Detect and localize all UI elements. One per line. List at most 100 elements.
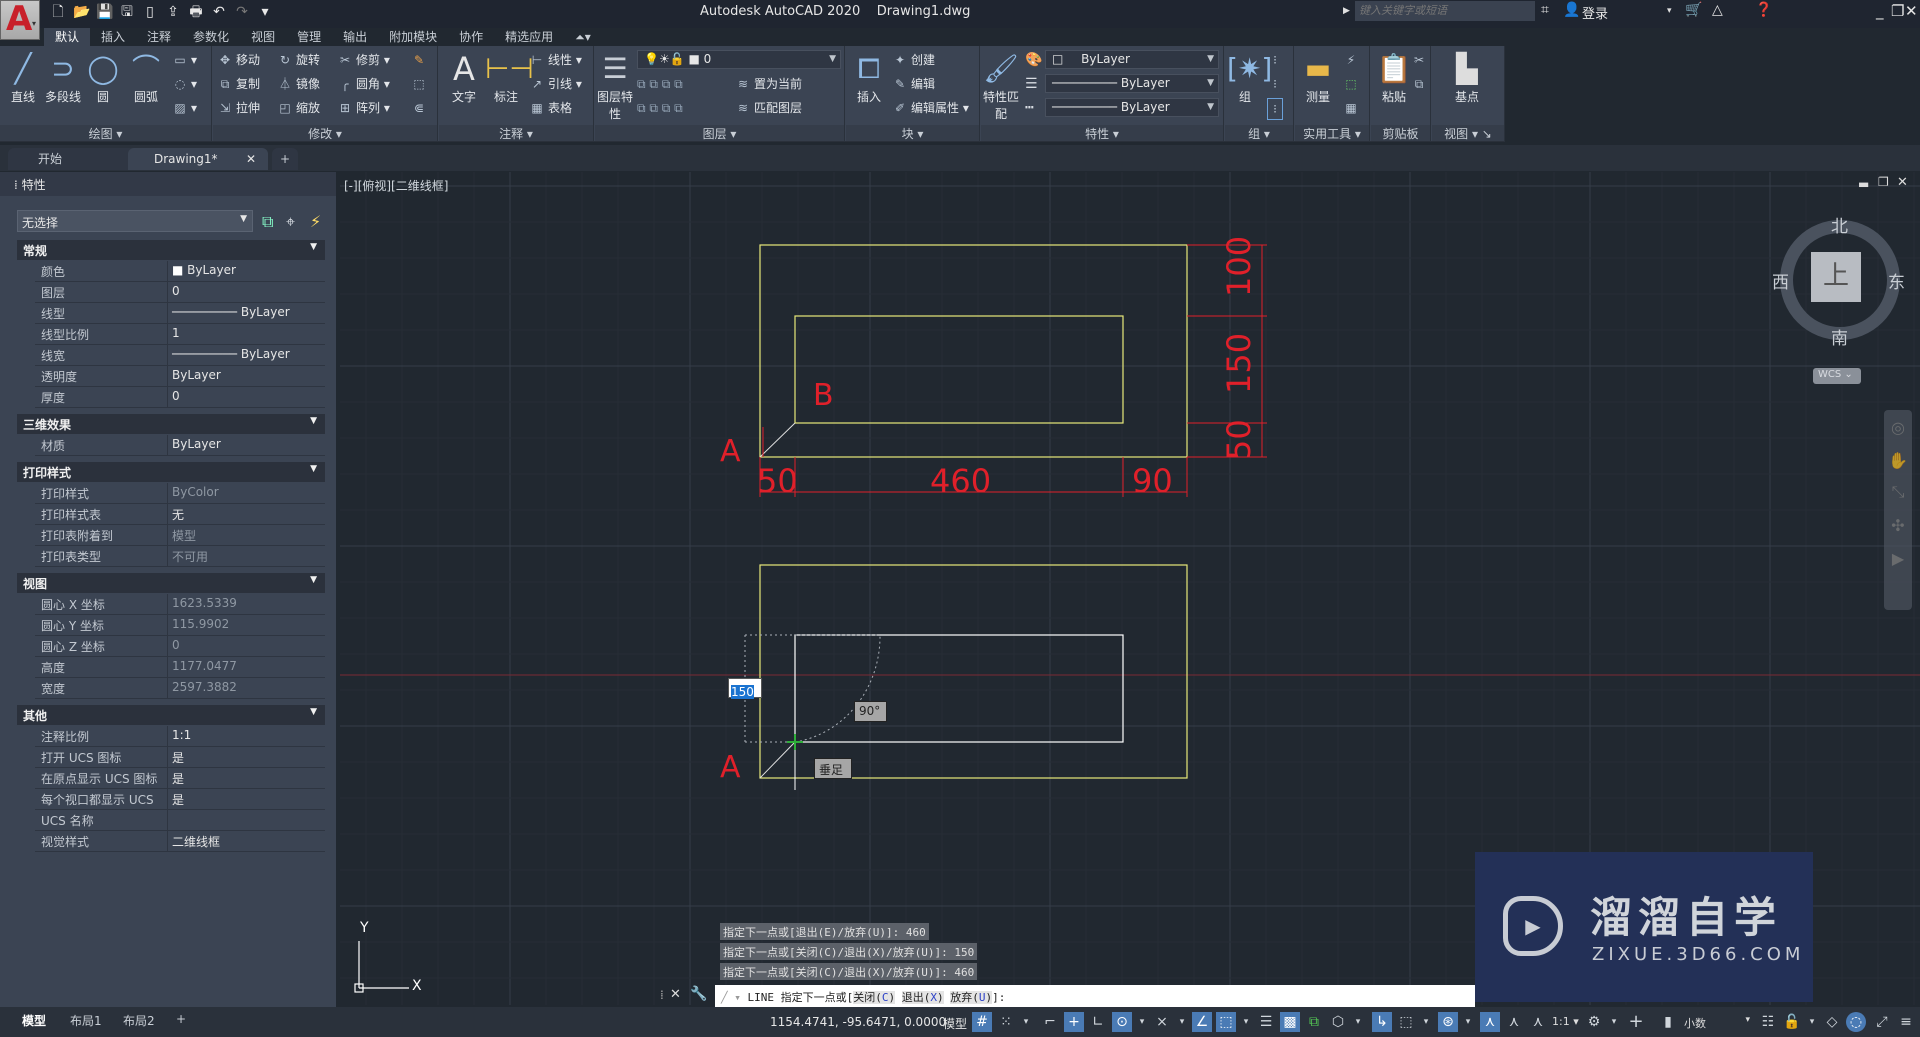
ribbon-tab-view[interactable]: 视图 [240, 28, 286, 46]
toggle-pickadd-icon[interactable]: ⧉ [262, 212, 273, 232]
array-button[interactable]: ⊞ 阵列 ▾ [337, 98, 390, 118]
workspace-gear-icon[interactable]: ⚙ [1584, 1012, 1604, 1032]
cut-button[interactable]: ✂ [1411, 50, 1430, 70]
ellipse-button[interactable]: ◌ ▾ [172, 74, 197, 94]
save-web-icon[interactable]: ⇪ [165, 3, 181, 21]
property-section-header[interactable]: 其他 ▼ [17, 705, 325, 725]
steering-wheel-icon[interactable]: ◎ [1884, 418, 1912, 437]
zoom-extents-icon[interactable]: ⤡ [1884, 482, 1912, 502]
utilities-panel-title[interactable]: 实用工具 ▾ [1295, 125, 1369, 141]
save-as-icon[interactable]: 🖫 [119, 3, 135, 21]
gizmo-dropdown-icon[interactable]: ▾ [1458, 1012, 1478, 1032]
block-panel-title[interactable]: 块 ▾ [846, 125, 979, 141]
new-tab-button[interactable]: + [272, 148, 298, 170]
property-value-cell[interactable] [168, 810, 325, 830]
option-close[interactable]: 关闭(C) [853, 991, 896, 1004]
ribbon-tab-manage[interactable]: 管理 [286, 28, 332, 46]
dynamic-input-icon[interactable]: + [1064, 1012, 1084, 1032]
object-snap-icon[interactable]: ⬚ [1216, 1012, 1236, 1032]
units-icon[interactable]: ▮ [1658, 1012, 1678, 1032]
linetype-dropdown[interactable]: ───────── ByLayer ▼ [1045, 98, 1219, 117]
property-row[interactable]: UCS 名称 [35, 810, 325, 831]
select-objects-icon[interactable]: ⌖ [286, 212, 295, 232]
lock-ui-dropdown-icon[interactable]: ▾ [1802, 1012, 1822, 1032]
property-row[interactable]: 透明度 ByLayer [35, 366, 325, 387]
collapse-arrow-icon[interactable]: ▼ [310, 707, 317, 717]
layer-tools-row1[interactable]: ⧉ ⧉ ⧉ ⧉ [637, 74, 683, 94]
collapse-arrow-icon[interactable]: ▼ [310, 575, 317, 585]
layout-tab-layout2[interactable]: 布局2 [123, 1012, 155, 1029]
copy-clip-button[interactable]: ⧉ [1411, 74, 1430, 94]
wcs-menu-button[interactable]: WCS ⌄ [1813, 368, 1861, 384]
property-row[interactable]: 圆心 Z 坐标 0 [35, 636, 325, 657]
transparency-icon[interactable]: ▩ [1280, 1012, 1300, 1032]
expand-arrow-icon[interactable]: ▶ [1343, 6, 1350, 16]
units-dropdown[interactable]: 小数 ▾ [1684, 1015, 1750, 1031]
collapse-arrow-icon[interactable]: ▼ [310, 242, 317, 252]
property-row[interactable]: 打印样式表无 [35, 504, 325, 525]
isodraft-dropdown-icon[interactable]: ▾ [1172, 1012, 1192, 1032]
modify-panel-title[interactable]: 修改 ▾ [213, 125, 437, 141]
command-line-input[interactable]: ╱ ▾ LINE 指定下一点或[关闭(C) 退出(X) 放弃(U)]: [715, 985, 1475, 1007]
ungroup-button[interactable]: ⁝ [1267, 50, 1286, 70]
gizmo-icon[interactable]: ⊛ [1438, 1012, 1458, 1032]
osnap-dropdown-icon[interactable]: ▾ [1236, 1012, 1256, 1032]
group-button[interactable]: [✷] 组 [1227, 50, 1272, 105]
customization-menu-icon[interactable]: ≡ [1896, 1012, 1916, 1032]
arc-button[interactable]: ⌒ 圆弧 [125, 50, 167, 105]
draw-panel-title[interactable]: 绘图 ▾ [0, 125, 211, 141]
property-value-cell[interactable]: 2597.3882 [168, 678, 325, 698]
match-properties-button[interactable]: 🖌 特性匹配 [983, 50, 1019, 122]
collapse-arrow-icon[interactable]: ▼ [310, 464, 317, 474]
option-undo[interactable]: 放弃(U) [950, 991, 993, 1004]
mirror-button[interactable]: ⏃ 镜像 [277, 74, 320, 94]
ribbon-tab-annotate[interactable]: 注释 [136, 28, 182, 46]
property-row[interactable]: 颜色 ■ ByLayer [35, 261, 325, 282]
clean-screen-icon[interactable]: ⤢ [1872, 1012, 1892, 1032]
selection-filter-icon[interactable]: ⬚ [1396, 1012, 1416, 1032]
quick-properties-icon[interactable]: ☷ [1758, 1012, 1778, 1032]
groups-panel-title[interactable]: 组 ▾ [1225, 125, 1293, 141]
annotation-panel-title[interactable]: 注释 ▾ [439, 125, 593, 141]
insert-button[interactable]: ⧠ 插入 [848, 50, 890, 105]
help-icon[interactable]: ❓ [1755, 2, 1772, 18]
close-tab-icon[interactable]: ✕ [246, 148, 256, 170]
property-row[interactable]: 图层 0 [35, 282, 325, 303]
property-value-cell[interactable]: 0 [168, 282, 325, 302]
property-row[interactable]: 打印表类型 不可用 [35, 546, 325, 567]
property-value-cell[interactable]: 是 [168, 768, 325, 788]
3d-osnap-dropdown-icon[interactable]: ▾ [1348, 1012, 1368, 1032]
viewcube-top-face[interactable]: 上 [1811, 252, 1861, 302]
ribbon-tab-default[interactable]: 默认 [44, 28, 91, 46]
property-row[interactable]: 在原点显示 UCS 图标是 [35, 768, 325, 789]
object-snap-tracking-icon[interactable]: ∠ [1192, 1012, 1212, 1032]
rotate-button[interactable]: ↻ 旋转 [277, 50, 320, 70]
command-customize-icon[interactable]: 🔧 [690, 986, 707, 1002]
properties-panel-title[interactable]: 特性 ▾ [981, 125, 1223, 141]
stretch-button[interactable]: ⇲ 拉伸 [217, 98, 260, 118]
selection-filter-dropdown-icon[interactable]: ▾ [1416, 1012, 1436, 1032]
selection-cycling-icon[interactable]: ⧉ [1304, 1012, 1324, 1032]
tab-start[interactable]: 开始 [8, 148, 138, 170]
lock-ui-icon[interactable]: 🔓 [1782, 1012, 1802, 1032]
property-row[interactable]: 打开 UCS 图标是 [35, 747, 325, 768]
linear-dim-button[interactable]: ⊢ 线性 ▾ [529, 50, 582, 70]
close-button[interactable]: ✕ [1905, 2, 1918, 20]
lineweight-dropdown[interactable]: ───────── ByLayer ▼ [1045, 74, 1219, 93]
group-select-button[interactable]: ⁝ [1267, 98, 1286, 120]
property-section-header[interactable]: 三维效果 ▼ [17, 414, 325, 434]
measure-button[interactable]: ▬ 测量 [1297, 50, 1339, 105]
property-row[interactable]: 线宽 ───────── ByLayer [35, 345, 325, 366]
command-line-close-icon[interactable]: ✕ [670, 987, 681, 1002]
layout-tab-model[interactable]: 模型 [22, 1012, 46, 1029]
property-value-cell[interactable]: 1:1 [168, 726, 325, 746]
snap-mode-icon[interactable]: ⁙ [996, 1012, 1016, 1032]
property-value-cell[interactable]: 不可用 [168, 546, 325, 566]
cart-icon[interactable]: 🛒 [1685, 2, 1702, 18]
line-button[interactable]: ╱ 直线 [2, 50, 44, 105]
viewport-close-icon[interactable]: ✕ [1897, 175, 1908, 190]
view-panel-title[interactable]: 视图 ▾ ↘ [1432, 125, 1504, 141]
edit-block-button[interactable]: ✎ 编辑 [892, 74, 935, 94]
redo-icon[interactable]: ↷ [234, 3, 250, 21]
copy-button[interactable]: ⧉ 复制 [217, 74, 260, 94]
